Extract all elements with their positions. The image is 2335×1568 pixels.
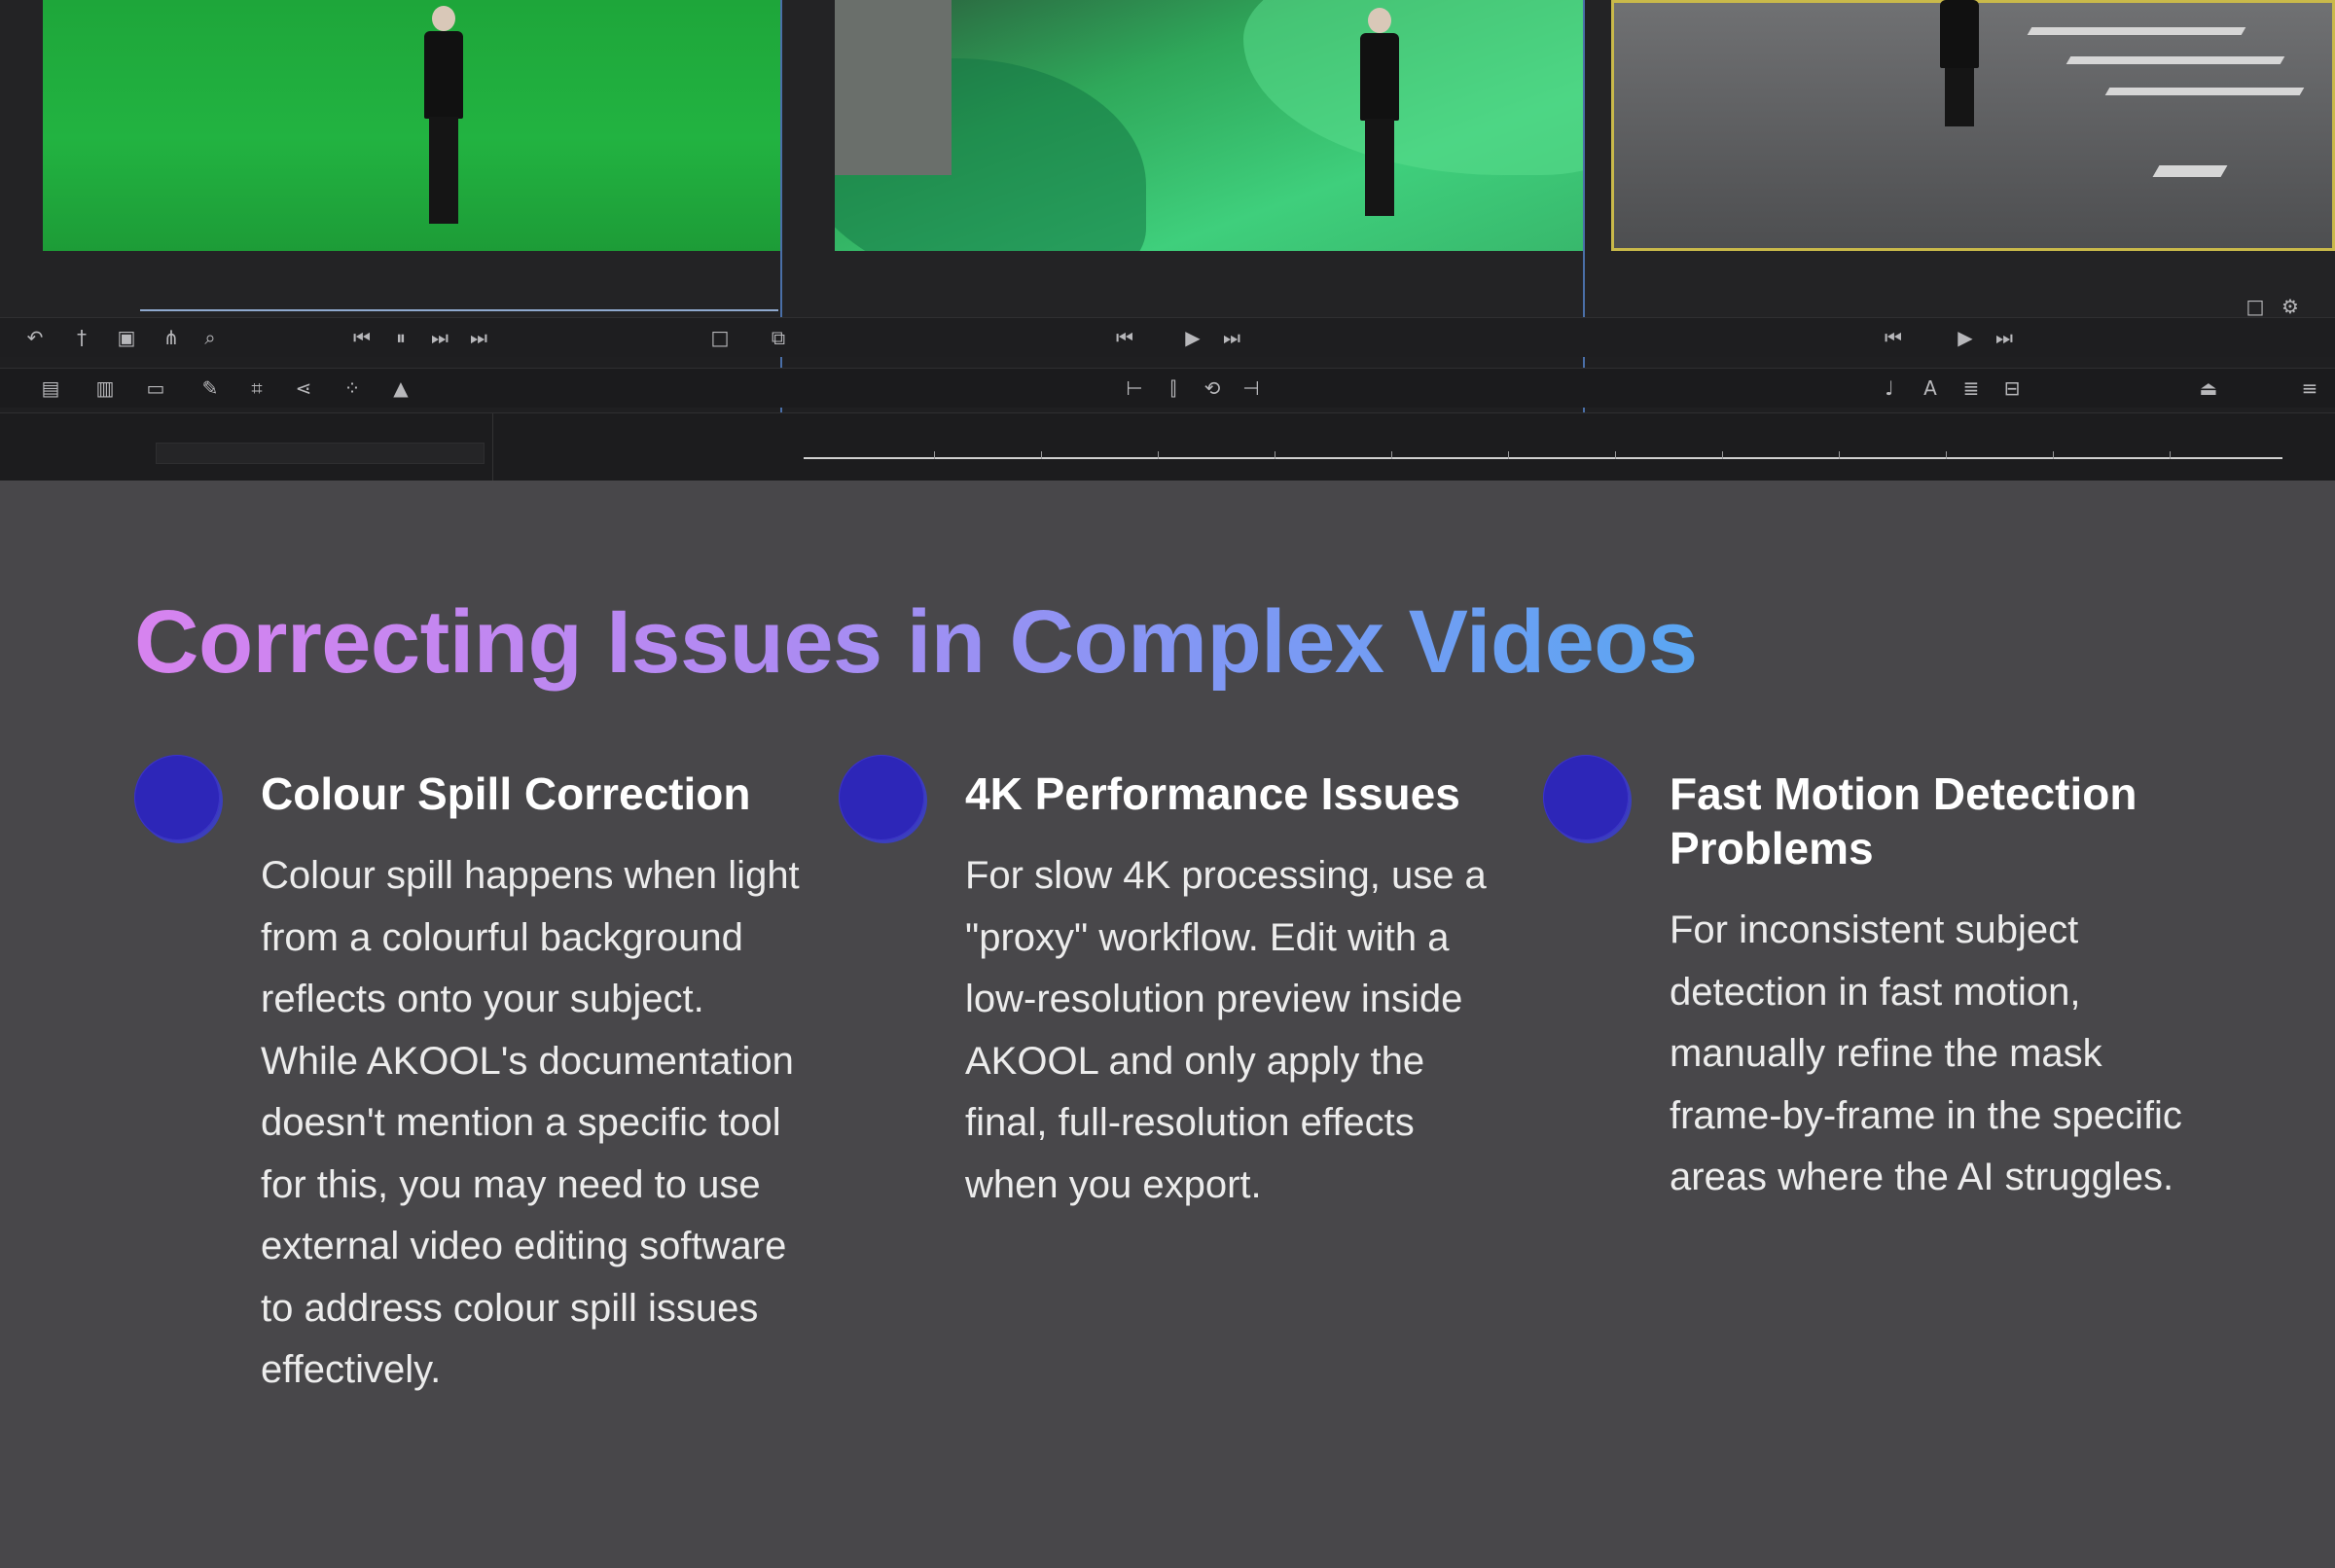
step-back-icon[interactable]: ⏮ [352, 328, 372, 347]
clip-icon[interactable]: ⫿ [1164, 378, 1183, 398]
ruler-tick [2053, 451, 2054, 459]
ruler-tick [934, 451, 935, 459]
crop-icon[interactable]: ⌗ [247, 378, 267, 398]
layers-icon[interactable]: ≣ [1961, 378, 1981, 398]
mark-in-icon[interactable]: ⊢ [1125, 378, 1144, 398]
grid-icon[interactable]: ⁘ [342, 378, 362, 398]
video-editor-screenshot: ↶ † ▣ ⋔ ⌕ ⏮ ⏸ ⏭ ⏭ □ ⧉ ⏮ ▶ ⏭ ⏮ ▶ ⏭ □ ⚙ ▤ … [0, 0, 2335, 481]
card-body: For slow 4K processing, use a "proxy" wo… [965, 854, 1487, 1206]
card-body: For inconsistent subject detection in fa… [1670, 909, 2182, 1198]
end-icon[interactable]: ⏭ [469, 328, 488, 347]
marker-icon[interactable]: † [72, 328, 91, 347]
ruler-tick [1946, 451, 1947, 459]
eject-icon[interactable]: ⏏ [2199, 378, 2218, 398]
panel-separator [492, 413, 493, 481]
step-back-icon[interactable]: ⏮ [1884, 328, 1903, 347]
card-body: Colour spill happens when light from a c… [261, 854, 800, 1391]
playhead-line [1583, 0, 1585, 481]
lane-marking [2152, 165, 2228, 177]
timeline-ruler[interactable] [804, 457, 2282, 459]
triangle-icon[interactable]: ▲ [391, 378, 411, 398]
step-forward-icon[interactable]: ⏭ [1222, 328, 1241, 347]
transport-toolbar: ↶ † ▣ ⋔ ⌕ ⏮ ⏸ ⏭ ⏭ □ ⧉ ⏮ ▶ ⏭ ⏮ ▶ ⏭ □ ⚙ [0, 297, 2335, 357]
card-title: Colour Spill Correction [261, 768, 751, 819]
street-footage-preview [1611, 0, 2335, 251]
crosswalk-stripe [2104, 88, 2305, 95]
folder-icon[interactable]: ▤ [41, 378, 60, 398]
green-cloth [1243, 0, 1584, 175]
gear-icon[interactable]: ⚙ [2281, 297, 2300, 316]
bin-icon[interactable]: ▥ [95, 378, 115, 398]
scrub-bar[interactable] [140, 309, 778, 311]
loop-icon[interactable]: ⟲ [1203, 378, 1222, 398]
card-title: Fast Motion Detection Problems [1670, 768, 2137, 873]
back-icon[interactable]: ↶ [25, 328, 45, 347]
play-icon[interactable]: ▶ [1956, 328, 1975, 347]
pen-icon[interactable]: ✎ [200, 378, 220, 398]
pause-icon[interactable]: ⏸ [391, 328, 411, 347]
tools-toolbar: ▤ ▥ ▭ ✎ ⌗ ⋖ ⁘ ▲ ⊢ ⫿ ⟲ ⊣ ♩ A ≣ ⊟ ⏏ ≡ [0, 368, 2335, 408]
bullet-circle-icon [134, 755, 220, 840]
step-forward-icon[interactable]: ⏭ [1994, 328, 2014, 347]
step-forward-icon[interactable]: ⏭ [430, 328, 449, 347]
ruler-tick [1839, 451, 1840, 459]
menu-icon[interactable]: ≡ [2300, 378, 2319, 398]
zoom-icon[interactable]: ⌕ [200, 328, 220, 347]
camera-icon[interactable]: ▣ [117, 328, 136, 347]
export-frame-icon[interactable]: ⧉ [769, 328, 788, 347]
step-back-icon[interactable]: ⏮ [1115, 328, 1134, 347]
card-title: 4K Performance Issues [965, 768, 1460, 819]
text-icon[interactable]: A [1921, 378, 1940, 398]
ruler-tick [1158, 451, 1159, 459]
ruler-tick [1391, 451, 1392, 459]
ruler-tick [2170, 451, 2171, 459]
mark-out-icon[interactable]: ⊣ [1241, 378, 1261, 398]
bullet-circle-icon [1543, 755, 1629, 840]
layout-icon[interactable]: ⊟ [2002, 378, 2022, 398]
crosswalk-stripe [2066, 56, 2285, 64]
share-icon[interactable]: ⋖ [294, 378, 313, 398]
square-icon[interactable]: □ [710, 328, 730, 347]
bullet-circle-icon [839, 755, 924, 840]
ruler-tick [1722, 451, 1723, 459]
page-title: Correcting Issues in Complex Videos [134, 584, 1698, 700]
playhead-line [780, 0, 782, 481]
green-screen-studio-preview [43, 0, 780, 251]
crosswalk-stripe [2027, 27, 2246, 35]
music-icon[interactable]: ♩ [1880, 378, 1899, 398]
building-wall [835, 0, 952, 175]
green-screen-outdoor-preview [835, 0, 1584, 251]
play-icon[interactable]: ▶ [1183, 328, 1203, 347]
ruler-tick [1508, 451, 1509, 459]
square-icon[interactable]: □ [2245, 297, 2265, 316]
dropdown-field[interactable] [156, 443, 485, 464]
timeline-panel [0, 412, 2335, 481]
ruler-tick [1041, 451, 1042, 459]
split-icon[interactable]: ⋔ [162, 328, 181, 347]
folder-icon[interactable]: ▭ [146, 378, 165, 398]
ruler-tick [1615, 451, 1616, 459]
